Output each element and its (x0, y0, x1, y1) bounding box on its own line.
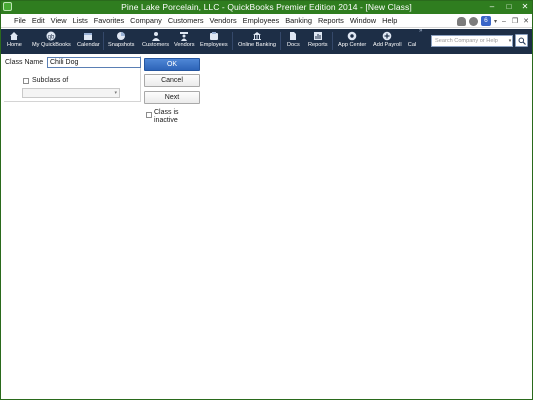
employees-icon (209, 31, 219, 41)
toolbar-separator (332, 32, 333, 50)
my-quickbooks-icon: qb (46, 31, 56, 41)
toolbar-docs-label: Docs (287, 42, 300, 48)
menu-bar: File Edit View Lists Favorites Company C… (1, 14, 532, 28)
home-icon (9, 31, 19, 41)
subclass-of-label: Subclass of (32, 77, 69, 84)
toolbar-separator (280, 32, 281, 50)
toolbar-my-quickbooks-label: My QuickBooks (32, 42, 71, 48)
svg-text:qb: qb (48, 34, 55, 40)
app-center-icon (347, 31, 357, 41)
icon-bar: Home qb My QuickBooks Calendar Snapshots… (1, 28, 532, 54)
toolbar-add-payroll-label: Add Payroll (373, 42, 402, 48)
chevron-down-icon[interactable]: ▾ (494, 18, 497, 25)
alerts-bell-icon[interactable] (456, 16, 466, 26)
toolbar-my-quickbooks[interactable]: qb My QuickBooks (32, 30, 71, 54)
class-inactive-checkbox[interactable] (146, 112, 152, 118)
toolbar-home-label: Home (7, 42, 22, 48)
toolbar-customers[interactable]: Customers (142, 30, 169, 54)
toolbar-online-banking[interactable]: Online Banking (238, 30, 276, 54)
chevron-down-icon: ▾ (114, 90, 117, 96)
toolbar-snapshots[interactable]: Snapshots (108, 30, 134, 54)
customers-icon (151, 31, 161, 41)
new-class-form: Class Name Chili Dog Subclass of ▾ OK Ca… (1, 54, 532, 399)
maximize-button[interactable]: □ (503, 1, 515, 13)
subclass-of-dropdown[interactable]: ▾ (22, 88, 120, 98)
toolbar-overflow-arrow[interactable]: » (419, 28, 422, 52)
toolbar-calendar-overflow[interactable]: Cal (407, 30, 417, 54)
toolbar-vendors[interactable]: Vendors (174, 30, 195, 54)
toolbar-separator (232, 32, 233, 50)
toolbar-calendar-overflow-label: Cal (407, 42, 417, 48)
menu-view[interactable]: View (48, 16, 70, 27)
mdi-close-button[interactable]: ✕ (522, 17, 530, 25)
toolbar-calendar[interactable]: Calendar (77, 30, 100, 54)
notification-badge[interactable]: 6 (480, 16, 491, 26)
menu-company[interactable]: Company (127, 16, 165, 27)
subclass-checkbox[interactable] (23, 78, 29, 84)
toolbar-customers-label: Customers (142, 42, 170, 48)
toolbar-home[interactable]: Home (7, 30, 22, 54)
window-title: Pine Lake Porcelain, LLC - QuickBooks Pr… (121, 2, 412, 12)
toolbar-reports[interactable]: Reports (308, 30, 328, 54)
toolbar-app-center-label: App Center (338, 42, 367, 48)
search-icon (518, 37, 526, 45)
menu-reports[interactable]: Reports (315, 16, 347, 27)
toolbar-reports-label: Reports (308, 42, 328, 48)
class-name-input[interactable]: Chili Dog (47, 57, 141, 68)
toolbar-employees-label: Employees (200, 42, 228, 48)
minimize-button[interactable]: – (486, 1, 498, 13)
close-button[interactable]: ✕ (519, 1, 531, 13)
toolbar-employees[interactable]: Employees (200, 30, 228, 54)
online-banking-icon (252, 31, 262, 41)
title-bar: Pine Lake Porcelain, LLC - QuickBooks Pr… (1, 1, 532, 14)
ok-button[interactable]: OK (144, 58, 200, 71)
class-inactive-label: Class is inactive (154, 109, 179, 124)
calendar-icon (83, 31, 93, 41)
toolbar-add-payroll[interactable]: Add Payroll (373, 30, 402, 54)
class-name-label: Class Name (5, 59, 44, 66)
toolbar-calendar-label: Calendar (77, 42, 100, 48)
reminders-clock-icon[interactable] (468, 16, 478, 26)
menu-help[interactable]: Help (379, 16, 400, 27)
vendors-icon (179, 31, 189, 41)
menu-vendors[interactable]: Vendors (207, 16, 240, 27)
search-button[interactable] (515, 34, 528, 47)
menu-window[interactable]: Window (347, 16, 379, 27)
menu-employees[interactable]: Employees (240, 16, 283, 27)
next-button[interactable]: Next (144, 91, 200, 104)
mdi-minimize-button[interactable]: – (500, 18, 508, 25)
menu-banking[interactable]: Banking (282, 16, 315, 27)
toolbar-docs[interactable]: Docs (287, 30, 300, 54)
cancel-button[interactable]: Cancel (144, 74, 200, 87)
menu-file[interactable]: File (11, 16, 29, 27)
search-scope-chevron-icon[interactable]: ▾ (507, 35, 513, 47)
toolbar-separator (103, 32, 104, 50)
reports-icon (313, 31, 323, 41)
snapshots-icon (116, 31, 126, 41)
add-payroll-icon (382, 31, 392, 41)
quickbooks-window: Pine Lake Porcelain, LLC - QuickBooks Pr… (0, 0, 533, 400)
toolbar-online-banking-label: Online Banking (238, 42, 276, 48)
search-company-input[interactable]: Search Company or Help (431, 35, 513, 47)
mdi-restore-button[interactable]: ❐ (511, 17, 519, 25)
menu-edit[interactable]: Edit (29, 16, 48, 27)
toolbar-vendors-label: Vendors (174, 42, 195, 48)
docs-icon (288, 31, 298, 41)
menu-lists[interactable]: Lists (70, 16, 91, 27)
menu-customers[interactable]: Customers (165, 16, 207, 27)
toolbar-app-center[interactable]: App Center (338, 30, 366, 54)
toolbar-snapshots-label: Snapshots (108, 42, 135, 48)
menu-favorites[interactable]: Favorites (91, 16, 127, 27)
